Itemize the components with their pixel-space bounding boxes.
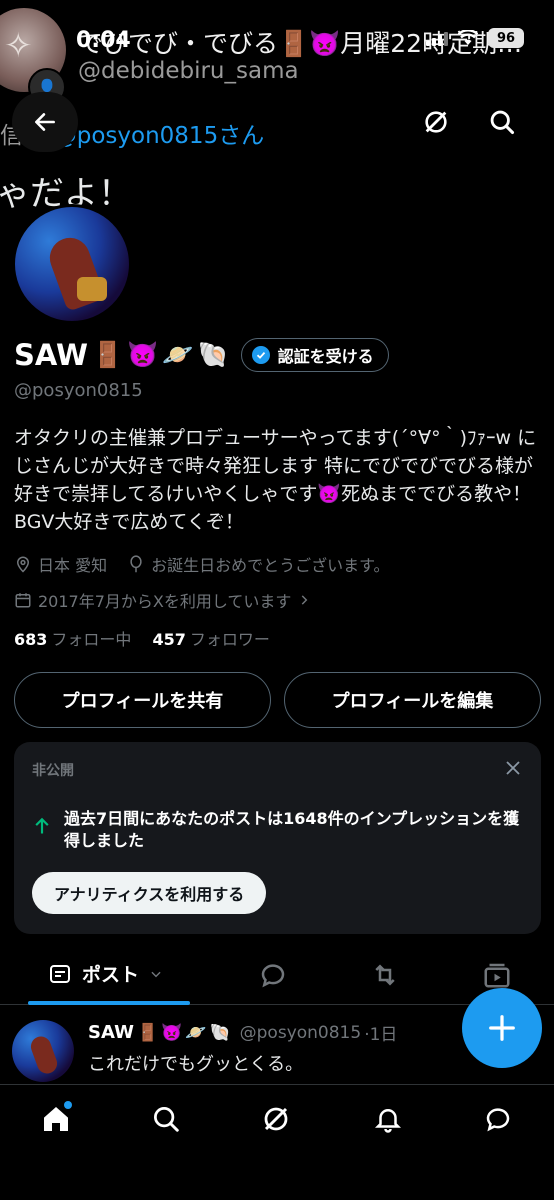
tab-reposts[interactable] [368,958,402,992]
use-analytics-button[interactable]: アナリティクスを利用する [32,872,267,914]
post-avatar[interactable] [12,1020,74,1082]
profile-handle: @posyon0815 [14,380,143,401]
message-bubble-icon [486,1108,510,1132]
grok-icon [425,111,447,133]
compose-post-button[interactable] [462,988,542,1068]
profile-location: 日本 愛知 [38,556,108,575]
grok-button[interactable] [418,104,454,140]
trend-up-icon [35,817,49,834]
reply-bubble-icon [261,964,285,988]
posts-tab-icon [50,964,70,983]
post-planet-emoji: 🪐 [185,1022,207,1043]
nav-notifications[interactable] [368,1099,408,1139]
profile-birthday: お誕生日おめでとうございます。 [151,556,390,575]
following-link[interactable]: 683 フォロー中 [14,630,131,649]
chevron-right-icon [302,595,308,605]
signal-icon [426,30,448,46]
following-count: 683 [14,630,48,649]
tab-posts[interactable]: ポスト [28,946,190,1005]
post-door-emoji: 🚪 [136,1022,159,1043]
profile-avatar[interactable] [12,204,132,324]
impressions-message: 過去7日間にあなたのポストは1648件のインプレッションを獲得しました [64,809,520,850]
planet-emoji: 🪐 [162,340,194,369]
balloon-icon [130,555,142,573]
post-author-handle: @posyon0815 [239,1022,362,1043]
tab-media[interactable] [480,958,514,992]
media-icon [484,963,510,988]
post-text: これだけでもグッとくる。 [88,1054,304,1075]
close-icon [506,761,520,775]
search-icon [490,110,515,135]
profile-bio: オタクリの主催兼プロデューサーやってます(´°∀°｀)ﾌｧｰw にじさんじが大好… [14,427,537,533]
post-shell-emoji: 🐚 [209,1022,231,1043]
nav-messages[interactable] [478,1099,518,1139]
background-reply-mention: @posyon0815さん [53,123,265,149]
shell-emoji: 🐚 [197,340,229,369]
following-label: フォロー中 [51,630,132,649]
search-icon [154,1107,179,1132]
post-time: ·1日 [364,1025,398,1045]
post-devil-emoji: 👿 [161,1022,183,1043]
tab-posts-label: ポスト [82,964,140,986]
share-profile-button[interactable]: プロフィールを共有 [14,672,271,728]
profile-name: SAW [14,338,89,372]
back-button[interactable] [12,92,78,152]
grok-icon [264,1107,288,1131]
verified-badge-icon [251,346,270,364]
bottom-navigation [0,1084,554,1200]
calendar-icon [15,593,31,608]
get-verified-button[interactable]: 認証を受ける [240,338,389,372]
profile-joined-row[interactable]: 2017年7月からXを利用しています [14,588,311,612]
followers-label: フォロワー [189,630,270,649]
followers-link[interactable]: 457 フォロワー [153,630,270,649]
close-card-button[interactable] [501,756,525,780]
profile-tabs: ポスト [0,946,554,1005]
private-label: 非公開 [32,763,74,779]
edit-profile-button[interactable]: プロフィールを編集 [284,672,541,728]
get-verified-label: 認証を受ける [277,347,374,366]
home-notification-dot [64,1101,72,1109]
profile-meta-row: 日本 愛知 お誕生日おめでとうございます。 [14,552,390,576]
post-header: SAW 🚪 👿 🪐 🐚 @posyon0815 ·1日 [88,1020,397,1045]
profile-joined-date: 2017年7月からXを利用しています [38,592,292,611]
location-icon [16,556,30,573]
devil-emoji: 👿 [127,340,159,369]
back-arrow-icon [35,113,55,131]
wifi-icon [458,30,478,45]
background-handle: @debidebiru_sama [78,58,299,84]
follow-counts: 683 フォロー中 457 フォロワー [14,626,270,650]
status-icons: 96 [426,28,524,48]
plus-icon [489,1015,515,1041]
nav-grok[interactable] [256,1099,296,1139]
battery-indicator: 96 [488,28,524,48]
followers-count: 457 [152,630,186,649]
tab-replies[interactable] [256,958,290,992]
status-time: 0:04 [76,28,131,53]
bell-icon [374,1109,402,1133]
repost-icon [375,964,395,986]
door-emoji: 🚪 [92,340,124,369]
nav-home[interactable] [36,1099,76,1139]
profile-name-row: SAW 🚪 👿 🪐 🐚 認証を受ける [14,338,389,372]
nav-search[interactable] [146,1099,186,1139]
profile-screen: ✧ 👤 でびでび・でびる🚪👿月曜22時定期… @debidebiru_sama … [0,0,554,1200]
active-tab-indicator [28,1001,190,1005]
chevron-down-icon [151,971,161,977]
analytics-card: 非公開 過去7日間にあなたのポストは1648件のインプレッションを獲得しました … [14,742,541,934]
post-author-name: SAW [88,1022,134,1043]
search-button[interactable] [484,104,520,140]
